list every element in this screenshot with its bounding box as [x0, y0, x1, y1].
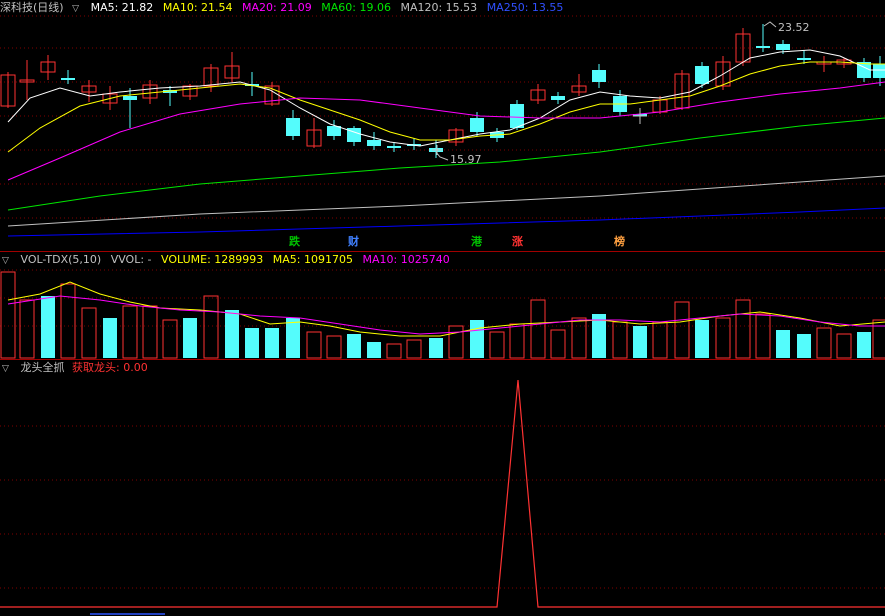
candle-body-down [286, 118, 300, 136]
badge-zhang[interactable]: 涨 [511, 236, 524, 248]
volume-bar-up [203, 295, 219, 359]
badge-gang[interactable]: 港 [470, 236, 483, 248]
volume-bar-up [652, 321, 668, 359]
volume-bar-up [735, 299, 751, 359]
vol-title: VOL-TDX(5,10) [20, 253, 102, 266]
volume-bar-down [695, 320, 709, 358]
volume-bar-down [183, 318, 197, 358]
vol-ma5-label: MA5: 1091705 [272, 253, 353, 266]
volume-bar-up [530, 299, 546, 359]
volume-bar-down [633, 326, 647, 358]
low-leader [435, 151, 449, 161]
candle-body-down [387, 146, 401, 148]
volume-bar-up [386, 343, 402, 359]
volume-bar-down [245, 328, 259, 358]
ma60-label: MA60: 19.06 [321, 1, 391, 14]
vol-ma10-line [7, 295, 885, 335]
ma20-label: MA20: 21.09 [242, 1, 312, 14]
high-price-annotation: 23.52 [778, 21, 810, 34]
volume-bar-down [797, 334, 811, 358]
indicator-line [0, 379, 885, 608]
volume-bar-down [225, 310, 239, 358]
volume-bar-up [509, 323, 525, 359]
vol-ma10-label: MA10: 1025740 [362, 253, 450, 266]
badge-bang[interactable]: 榜 [613, 236, 626, 248]
volume-bar-down [103, 318, 117, 358]
high-leader [763, 21, 777, 28]
volume-bar-up [326, 335, 342, 359]
ma60-line [7, 117, 885, 211]
candle-body-down [797, 58, 811, 60]
volume-bar-down [367, 342, 381, 358]
volume-bar-up [612, 321, 628, 359]
candle-body-down [470, 118, 484, 132]
volume-bar-down [347, 334, 361, 358]
indicator-title: 龙头全抓 [20, 361, 65, 374]
candle-body-down [873, 64, 885, 78]
panel-collapse-icon[interactable]: ▽ [2, 253, 11, 266]
badge-cai[interactable]: 财 [347, 236, 360, 248]
panel-collapse-icon[interactable]: ▽ [72, 1, 81, 14]
volume-bar-up [0, 271, 16, 359]
ma10-line [7, 61, 885, 153]
price-chart-panel[interactable]: 深科技(日线) ▽ MA5: 21.82 MA10: 21.54 MA20: 2… [0, 0, 885, 252]
candle-body-down [123, 96, 137, 100]
security-title: 深科技(日线) [0, 1, 64, 14]
indicator-header: ▽ 龙头全抓 获取龙头: 0.00 [0, 360, 154, 376]
volume-bar-up [60, 283, 76, 359]
panel-collapse-icon[interactable]: ▽ [2, 361, 11, 374]
volume-bar-down [776, 330, 790, 358]
volume-bar-down [265, 328, 279, 358]
candle-body-down [327, 126, 341, 136]
candle-body-down [776, 44, 790, 50]
candle-body-down [592, 70, 606, 82]
indicator-chart-panel[interactable]: ▽ 龙头全抓 获取龙头: 0.00 [0, 360, 885, 616]
candle-body-down [551, 96, 565, 100]
volume-bar-up [448, 325, 464, 359]
volume-bar-up [715, 317, 731, 359]
volume-bar-down [429, 338, 443, 358]
volume-bar-up [489, 331, 505, 359]
indicator-value: 获取龙头: 0.00 [72, 361, 148, 374]
vol-ma5-line [7, 281, 885, 337]
volume-chart-panel[interactable]: ▽ VOL-TDX(5,10) VVOL: - VOLUME: 1289993 … [0, 252, 885, 360]
volume-bar-up [81, 307, 97, 359]
candle-body-down [510, 104, 524, 128]
indicator-chart[interactable] [0, 360, 885, 616]
volume-bar-up [19, 299, 35, 359]
ma250-label: MA250: 13.55 [486, 1, 564, 14]
price-header: 深科技(日线) ▽ MA5: 21.82 MA10: 21.54 MA20: 2… [0, 0, 569, 16]
candle-body-down [695, 66, 709, 84]
vvol-label: VVOL: - [110, 253, 152, 266]
volume-bar-up [122, 305, 138, 359]
volume-label: VOLUME: 1289993 [161, 253, 264, 266]
volume-bar-up [550, 329, 566, 359]
ma120-label: MA120: 15.53 [400, 1, 478, 14]
volume-bar-down [470, 320, 484, 358]
volume-bar-up [571, 317, 587, 359]
volume-bar-down [286, 318, 300, 358]
volume-chart[interactable] [0, 252, 885, 360]
volume-bar-up [816, 327, 832, 359]
volume-bar-down [41, 296, 55, 358]
volume-bar-up [755, 313, 771, 359]
ma250-line [7, 207, 885, 237]
volume-bar-up [406, 339, 422, 359]
candle-body-down [756, 46, 770, 48]
low-price-annotation: 15.97 [450, 153, 482, 166]
volume-bar-up [306, 331, 322, 359]
ma120-line [7, 175, 885, 227]
volume-bar-up [836, 333, 852, 359]
candlestick-chart[interactable] [0, 0, 885, 252]
volume-bar-up [142, 305, 158, 359]
volume-header: ▽ VOL-TDX(5,10) VVOL: - VOLUME: 1289993 … [0, 252, 456, 268]
volume-bar-up [162, 319, 178, 359]
volume-bar-down [857, 332, 871, 358]
volume-bar-up [674, 301, 690, 359]
ma10-label: MA10: 21.54 [162, 1, 233, 14]
candle-body-down [61, 78, 75, 80]
ma5-label: MA5: 21.82 [90, 1, 154, 14]
badge-die[interactable]: 跌 [288, 236, 301, 248]
candle-body-down [367, 140, 381, 146]
